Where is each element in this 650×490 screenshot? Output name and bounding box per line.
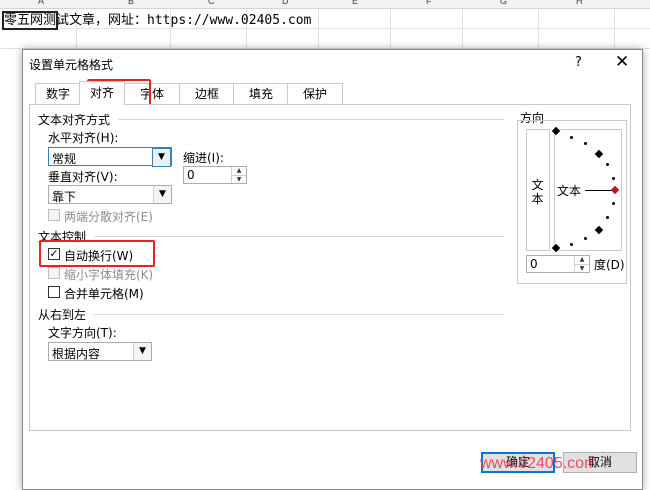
watermark: www.02405.com xyxy=(480,455,598,472)
indent-spinner[interactable]: 0 ▲ ▼ xyxy=(183,166,247,184)
horizontal-alignment-select[interactable]: 常规 ▼ xyxy=(48,147,172,167)
cell-a1-selected-text: 零五网测 xyxy=(1,11,59,30)
dial-marker-upper xyxy=(594,149,604,159)
distributed-justify-label: 两端分散对齐(E) xyxy=(64,210,153,224)
dial-dot xyxy=(584,142,587,145)
orientation-box: 文本 文本 0 ▲ ▼ 度(D) xyxy=(517,120,627,284)
text-direction-value: 根据内容 xyxy=(52,347,101,361)
dial-marker-top xyxy=(551,126,561,136)
group-divider xyxy=(118,119,504,120)
dial-dot xyxy=(606,163,609,166)
tab-protection[interactable]: 保护 xyxy=(287,83,343,104)
spin-down-icon[interactable]: ▼ xyxy=(232,176,246,184)
merge-cells-checkbox[interactable] xyxy=(48,286,60,298)
cell-a1-overflow-text: 试文章，网址：https://www.02405.com xyxy=(56,13,312,28)
spin-down-icon[interactable]: ▼ xyxy=(575,265,589,273)
vertical-text-button[interactable]: 文本 xyxy=(526,129,550,251)
chevron-down-icon[interactable]: ▼ xyxy=(153,186,171,203)
wrap-text-highlight xyxy=(39,240,155,267)
dial-marker-bottom xyxy=(551,243,561,253)
degrees-spinner[interactable]: 0 ▲ ▼ xyxy=(526,255,590,273)
group-divider xyxy=(94,236,504,237)
column-a-header[interactable]: A xyxy=(38,0,44,6)
chevron-down-icon[interactable]: ▼ xyxy=(133,343,151,360)
column-h-header[interactable]: H xyxy=(576,0,583,6)
tab-fill[interactable]: 填充 xyxy=(233,83,289,104)
column-c-header[interactable]: C xyxy=(208,0,215,6)
vertical-alignment-select[interactable]: 靠下 ▼ xyxy=(48,185,172,204)
dial-dot xyxy=(570,136,573,139)
help-button[interactable]: ? xyxy=(575,55,582,70)
shrink-to-fit-checkbox[interactable] xyxy=(48,267,60,279)
column-b-header[interactable]: B xyxy=(128,0,134,6)
tab-number[interactable]: 数字 xyxy=(35,83,81,104)
shrink-to-fit-label: 缩小字体填充(K) xyxy=(64,268,154,282)
dial-dot xyxy=(612,177,615,180)
column-f-header[interactable]: F xyxy=(426,0,432,6)
indent-label: 缩进(I): xyxy=(183,151,224,165)
spin-up-icon[interactable]: ▲ xyxy=(575,256,589,265)
dialog-titlebar[interactable]: 设置单元格格式 ? ✕ xyxy=(23,50,642,78)
close-button[interactable]: ✕ xyxy=(615,52,629,72)
dial-needle xyxy=(585,190,613,191)
dial-marker-current[interactable] xyxy=(610,185,620,195)
format-cells-dialog: 设置单元格格式 ? ✕ 数字 对齐 字体 边框 填充 保护 文本对齐方式 水平对… xyxy=(22,49,643,490)
dial-marker-lower xyxy=(594,225,604,235)
degrees-value: 0 xyxy=(530,257,538,271)
horizontal-alignment-label: 水平对齐(H): xyxy=(48,131,119,145)
merge-cells-label: 合并单元格(M) xyxy=(64,287,144,301)
grid-line xyxy=(0,28,650,29)
column-d-header[interactable]: D xyxy=(282,0,289,6)
column-g-header[interactable]: G xyxy=(500,0,507,6)
orientation-dial[interactable]: 文本 xyxy=(551,126,622,253)
dial-dot xyxy=(606,216,609,219)
indent-value: 0 xyxy=(187,168,195,182)
dial-dot xyxy=(570,243,573,246)
text-direction-label: 文字方向(T): xyxy=(48,326,117,340)
text-direction-select[interactable]: 根据内容 ▼ xyxy=(48,342,152,361)
column-e-header[interactable]: E xyxy=(352,0,358,6)
vertical-alignment-value: 靠下 xyxy=(52,190,77,204)
tab-border[interactable]: 边框 xyxy=(179,83,235,104)
dial-text-label: 文本 xyxy=(557,184,582,198)
vertical-text-label: 文本 xyxy=(531,178,544,206)
spin-up-icon[interactable]: ▲ xyxy=(232,167,246,176)
degrees-label: 度(D) xyxy=(594,258,625,272)
vertical-alignment-label: 垂直对齐(V): xyxy=(48,170,118,184)
cell-a1-content[interactable]: 零五网测试文章，网址：https://www.02405.com xyxy=(1,9,312,30)
dial-dot xyxy=(612,202,615,205)
dial-dot xyxy=(584,237,587,240)
spinner-buttons: ▲ ▼ xyxy=(231,167,246,183)
column-header-row: A B C D E F G H xyxy=(0,0,650,9)
dialog-title: 设置单元格格式 xyxy=(29,58,114,72)
text-alignment-group-label: 文本对齐方式 xyxy=(38,113,111,127)
horizontal-alignment-value: 常规 xyxy=(52,152,77,166)
tab-alignment[interactable]: 对齐 xyxy=(79,81,125,105)
spinner-buttons: ▲ ▼ xyxy=(574,256,589,272)
rtl-group-label: 从右到左 xyxy=(38,308,87,322)
group-divider xyxy=(94,314,504,315)
distributed-justify-checkbox[interactable] xyxy=(48,209,60,221)
chevron-down-icon[interactable]: ▼ xyxy=(152,148,171,167)
